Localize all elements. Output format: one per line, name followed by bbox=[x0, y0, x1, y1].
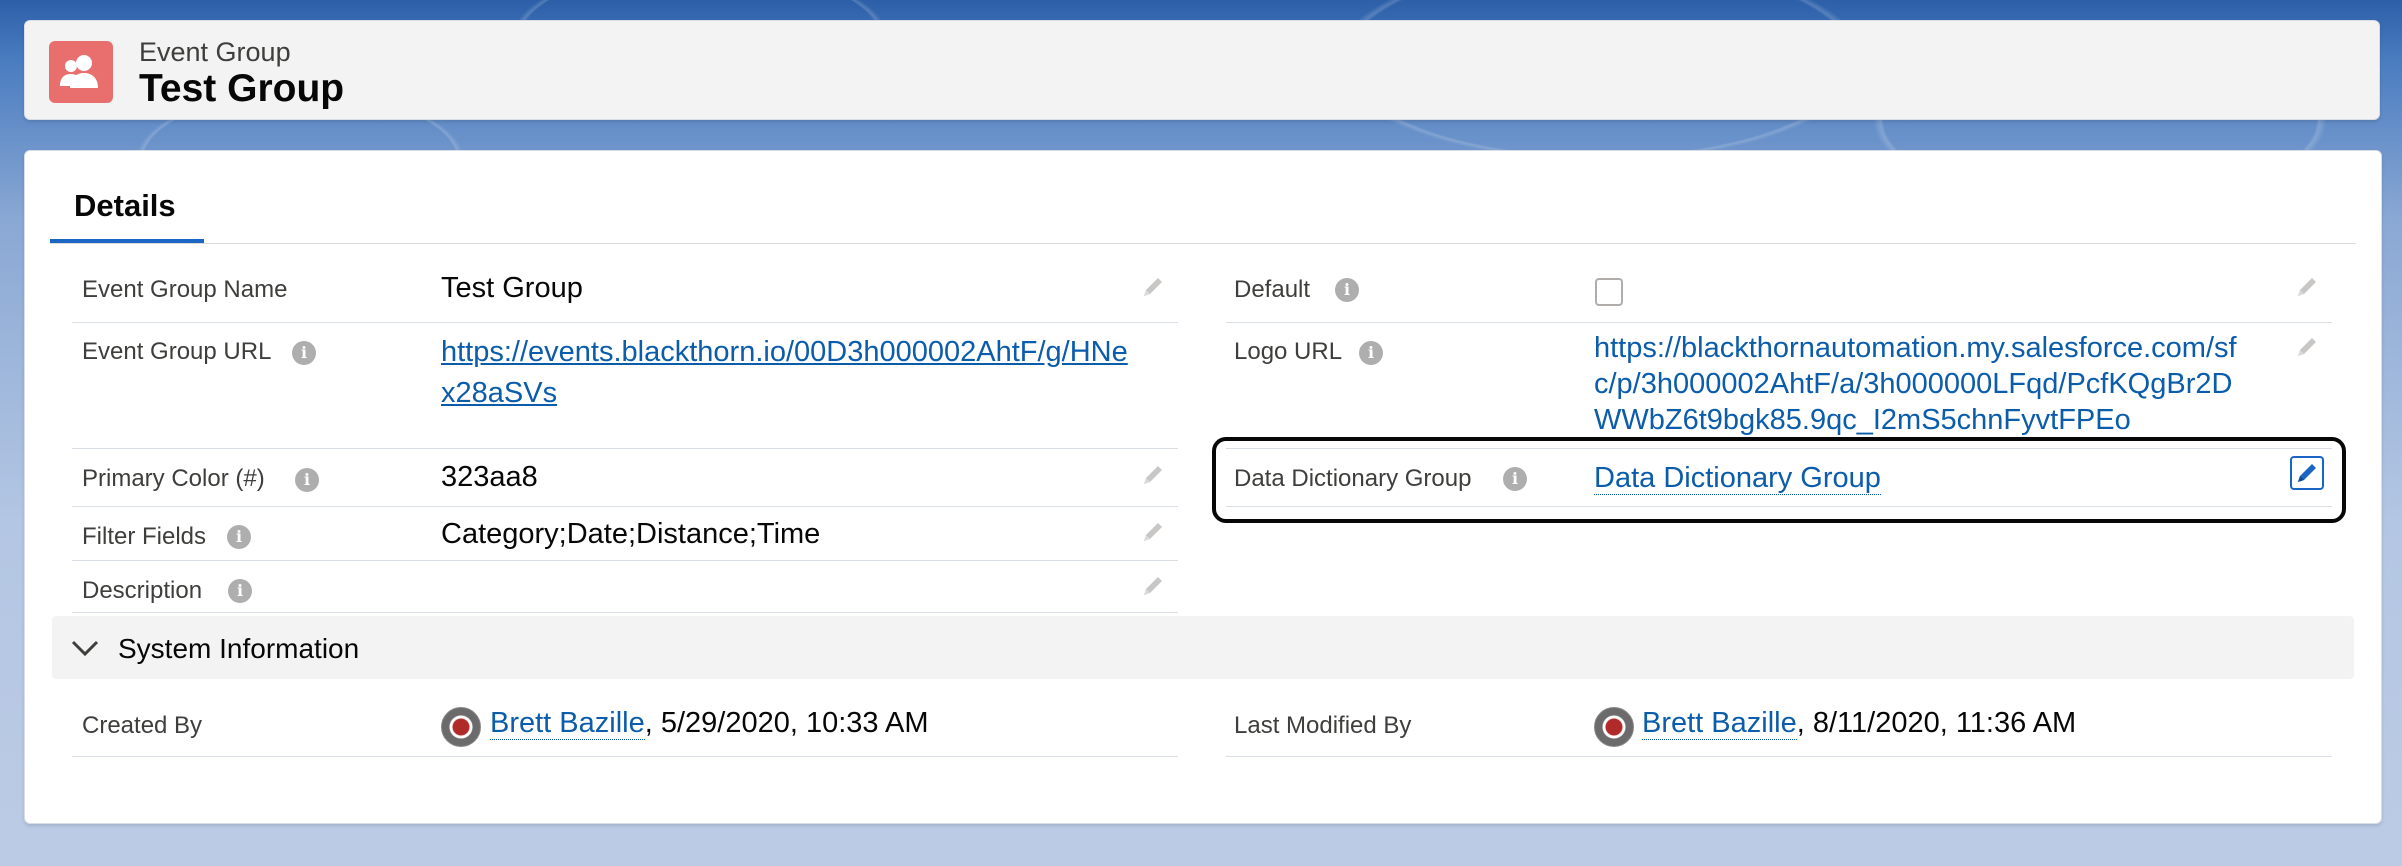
edit-primary-color-pencil-icon[interactable] bbox=[1138, 460, 1168, 490]
default-label: Default bbox=[1234, 276, 1311, 303]
edit-description-pencil-icon[interactable] bbox=[1138, 571, 1168, 601]
info-icon[interactable]: i bbox=[1359, 341, 1383, 365]
row-divider bbox=[1226, 506, 2332, 507]
last-modified-by-timestamp: , 8/11/2020, 11:36 AM bbox=[1796, 707, 2077, 739]
info-icon[interactable]: i bbox=[295, 468, 319, 492]
row-divider bbox=[1226, 322, 2332, 323]
edit-default-pencil-icon[interactable] bbox=[2292, 272, 2322, 302]
info-icon[interactable]: i bbox=[292, 341, 316, 365]
event-group-url-link[interactable]: https://events.blackthorn.io/00D3h000002… bbox=[441, 332, 1128, 414]
created-by-user-link[interactable]: Brett Bazille bbox=[490, 707, 645, 740]
tab-details-label: Details bbox=[74, 188, 176, 223]
created-by-value: Brett Bazille, 5/29/2020, 10:33 AM bbox=[490, 707, 929, 740]
row-divider bbox=[72, 322, 1178, 323]
last-modified-by-user-link[interactable]: Brett Bazille bbox=[1642, 707, 1797, 740]
system-information-title: System Information bbox=[118, 633, 360, 664]
record-title: Test Group bbox=[139, 67, 345, 110]
primary-color-label: Primary Color (#) bbox=[82, 465, 265, 492]
info-icon[interactable]: i bbox=[1335, 278, 1359, 302]
system-information-section-header[interactable]: System Information bbox=[52, 616, 2354, 679]
record-type-label: Event Group bbox=[139, 37, 291, 67]
data-dictionary-group-link[interactable]: Data Dictionary Group bbox=[1594, 458, 1881, 499]
event-group-url-label: Event Group URL bbox=[82, 338, 272, 365]
row-divider bbox=[72, 756, 1178, 757]
row-divider bbox=[1226, 756, 2332, 757]
created-by-label: Created By bbox=[82, 712, 203, 739]
filter-fields-value: Category;Date;Distance;Time bbox=[441, 518, 821, 550]
edit-event-group-name-pencil-icon[interactable] bbox=[1138, 272, 1168, 302]
created-by-timestamp: , 5/29/2020, 10:33 AM bbox=[644, 707, 929, 739]
data-dictionary-group-label: Data Dictionary Group bbox=[1234, 465, 1472, 492]
chevron-down-icon bbox=[71, 640, 99, 657]
row-divider bbox=[72, 506, 1178, 507]
pencil-icon bbox=[2298, 464, 2316, 482]
info-icon[interactable]: i bbox=[227, 525, 251, 549]
filter-fields-label: Filter Fields bbox=[82, 523, 207, 550]
record-header: Event Group Test Group bbox=[24, 20, 2380, 120]
default-checkbox bbox=[1595, 278, 1623, 306]
avatar[interactable] bbox=[1594, 707, 1634, 747]
edit-data-dictionary-group-button[interactable] bbox=[2290, 456, 2324, 490]
last-modified-by-label: Last Modified By bbox=[1234, 712, 1412, 739]
row-divider bbox=[72, 612, 1178, 613]
info-icon[interactable]: i bbox=[1503, 467, 1527, 491]
tab-divider bbox=[50, 243, 2356, 244]
edit-logo-url-pencil-icon[interactable] bbox=[2292, 332, 2322, 362]
tab-details[interactable]: Details bbox=[50, 152, 204, 244]
row-divider bbox=[72, 448, 1178, 449]
row-divider bbox=[72, 560, 1178, 561]
last-modified-by-value: Brett Bazille, 8/11/2020, 11:36 AM bbox=[1642, 707, 2076, 740]
logo-url-link[interactable]: https://blackthornautomation.my.salesfor… bbox=[1594, 330, 2237, 438]
event-group-name-label: Event Group Name bbox=[82, 276, 288, 303]
primary-color-value: 323aa8 bbox=[441, 461, 538, 493]
description-label: Description bbox=[82, 577, 203, 604]
event-group-name-value: Test Group bbox=[441, 272, 583, 304]
edit-filter-fields-pencil-icon[interactable] bbox=[1138, 517, 1168, 547]
avatar[interactable] bbox=[441, 707, 481, 747]
logo-url-label: Logo URL bbox=[1234, 338, 1343, 365]
info-icon[interactable]: i bbox=[228, 579, 252, 603]
people-icon bbox=[49, 41, 113, 103]
